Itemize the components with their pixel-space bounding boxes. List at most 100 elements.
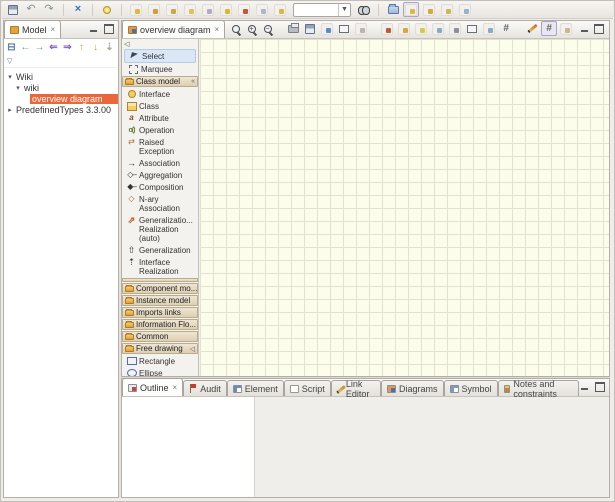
toolbar-button-5[interactable] xyxy=(200,2,216,17)
palette-item-operation[interactable]: Operation xyxy=(122,124,198,136)
palette-item-interface-realization[interactable]: Interface Realization xyxy=(122,256,198,277)
expander-icon[interactable]: ▾ xyxy=(14,84,22,92)
outline-view-content[interactable] xyxy=(122,397,255,497)
edit-style-button[interactable] xyxy=(524,21,540,36)
fit-to-content-button[interactable] xyxy=(464,21,480,36)
layout-button[interactable] xyxy=(481,21,497,36)
palette-item-attribute[interactable]: Attribute xyxy=(122,112,198,124)
maximize-button[interactable] xyxy=(103,24,114,34)
toolbar-button-9[interactable] xyxy=(272,2,288,17)
tab-outline[interactable]: Outline× xyxy=(122,378,183,396)
chevron-down-icon[interactable]: ▼ xyxy=(338,4,350,16)
toolbar-button-3[interactable] xyxy=(164,2,180,17)
zoom-in-button[interactable]: + xyxy=(244,22,259,36)
update-model-button[interactable]: × xyxy=(70,2,86,17)
close-icon[interactable]: × xyxy=(214,25,220,34)
align-button[interactable] xyxy=(430,21,446,36)
expander-icon[interactable]: ▾ xyxy=(6,73,14,81)
undo-button[interactable]: ↶ xyxy=(23,2,39,17)
palette-tool-marquee[interactable]: Marquee xyxy=(124,63,196,75)
collapse-all-button[interactable]: ⊟ xyxy=(5,41,18,56)
toggle-button-2[interactable] xyxy=(421,2,437,17)
tab-link-editor[interactable]: Link Editor xyxy=(331,380,381,396)
toolbar-button-7[interactable] xyxy=(236,2,252,17)
toggle-button-3[interactable] xyxy=(439,2,455,17)
palette-item-generalization[interactable]: Generalization xyxy=(122,244,198,256)
tree-item-wiki[interactable]: ▾Wiki xyxy=(4,71,118,82)
tree-item-overview-diagram[interactable]: overview diagram xyxy=(4,93,118,104)
minimize-button[interactable] xyxy=(88,24,99,34)
previous-selection-button[interactable]: ⇐ xyxy=(47,41,60,56)
move-down-button[interactable]: ↓ xyxy=(89,41,102,56)
tab-model[interactable]: Model × xyxy=(4,20,61,38)
pin-icon[interactable]: « xyxy=(191,78,195,85)
palette-item-association[interactable]: Association xyxy=(122,157,198,169)
page-layout-button[interactable] xyxy=(558,21,574,36)
more-button[interactable]: ⇣ xyxy=(103,41,116,56)
view-menu-button[interactable]: ▽ xyxy=(4,57,118,68)
show-grid-button[interactable]: # xyxy=(498,21,514,36)
snap-to-grid-button[interactable]: # xyxy=(541,21,557,36)
stamp-button[interactable] xyxy=(353,21,369,36)
toolbar-button-8[interactable] xyxy=(254,2,270,17)
tab-diagrams[interactable]: Diagrams xyxy=(381,380,444,396)
palette-item-n-ary-association[interactable]: N-ary Association xyxy=(122,193,198,214)
tab-audit[interactable]: Audit xyxy=(183,380,227,396)
show-frame-button[interactable] xyxy=(336,21,352,36)
search-binoculars-button[interactable] xyxy=(356,2,372,17)
tab-symbol[interactable]: Symbol xyxy=(444,380,498,396)
palette-tool-select[interactable]: Select xyxy=(124,49,196,63)
next-selection-button[interactable]: ⇒ xyxy=(61,41,74,56)
palette-item-ellipse[interactable]: Ellipse xyxy=(122,367,198,376)
toggle-button-4[interactable] xyxy=(457,2,473,17)
toggle-button-1[interactable] xyxy=(403,2,419,17)
minimize-button[interactable] xyxy=(579,382,590,392)
maximize-button[interactable] xyxy=(594,382,605,392)
audit-lightbulb-button[interactable] xyxy=(99,2,115,17)
close-icon[interactable]: × xyxy=(50,25,56,34)
toolbar-button-4[interactable] xyxy=(182,2,198,17)
tree-item-predefinedtypes-3-3-00[interactable]: ▸PredefinedTypes 3.3.00 xyxy=(4,104,118,115)
pin-icon[interactable]: ◁ xyxy=(190,345,195,353)
zoom-fit-button[interactable] xyxy=(228,22,243,36)
palette-section-component-mo-[interactable]: Component mo... xyxy=(122,283,198,294)
note-button[interactable] xyxy=(413,21,429,36)
palette-section-common[interactable]: Common xyxy=(122,331,198,342)
distribute-button[interactable] xyxy=(447,21,463,36)
tab-overview-diagram[interactable]: overview diagram × xyxy=(122,20,225,38)
save-diagram-button[interactable] xyxy=(302,21,318,36)
palette-collapse-arrow-icon[interactable]: ◁ xyxy=(122,39,198,49)
print-button[interactable] xyxy=(285,21,301,36)
move-up-button[interactable]: ↑ xyxy=(75,41,88,56)
palette-section-free-drawing[interactable]: Free drawing◁ xyxy=(122,343,198,354)
palette-section-clipped[interactable] xyxy=(122,278,198,282)
palette-section-information-flo-[interactable]: Information Flo... xyxy=(122,319,198,330)
search-combo-input[interactable] xyxy=(294,4,338,16)
save-button[interactable] xyxy=(5,2,21,17)
tab-script[interactable]: Script xyxy=(284,380,331,396)
lock-button[interactable] xyxy=(396,21,412,36)
toolbar-button-1[interactable] xyxy=(128,2,144,17)
toolbar-button-2[interactable] xyxy=(146,2,162,17)
tab-element[interactable]: Element xyxy=(227,380,284,396)
close-icon[interactable]: × xyxy=(172,383,178,392)
nav-forward-button[interactable]: → xyxy=(33,41,46,56)
export-image-button[interactable] xyxy=(319,21,335,36)
open-folder-button[interactable] xyxy=(385,2,401,17)
palette-section-instance-model[interactable]: Instance model xyxy=(122,295,198,306)
diagram-canvas[interactable] xyxy=(200,39,609,376)
palette-item-rectangle[interactable]: Rectangle xyxy=(122,355,198,367)
minimize-button[interactable] xyxy=(579,24,590,34)
palette-section-imports-links[interactable]: Imports links xyxy=(122,307,198,318)
palette-item-interface[interactable]: Interface xyxy=(122,88,198,100)
toolbar-button-6[interactable] xyxy=(218,2,234,17)
palette-item-generalizatio-realization-auto-[interactable]: Generalizatio... Realization (auto) xyxy=(122,214,198,244)
tab-notes-and-constraints[interactable]: Notes and constraints xyxy=(498,380,579,396)
search-combo[interactable]: ▼ xyxy=(293,3,351,17)
palette-item-raised-exception[interactable]: Raised Exception xyxy=(122,136,198,157)
nav-back-button[interactable]: ← xyxy=(19,41,32,56)
maximize-button[interactable] xyxy=(594,24,605,34)
expander-icon[interactable]: ▸ xyxy=(6,106,14,114)
palette-item-class[interactable]: Class xyxy=(122,100,198,112)
palette-item-composition[interactable]: Composition xyxy=(122,181,198,193)
